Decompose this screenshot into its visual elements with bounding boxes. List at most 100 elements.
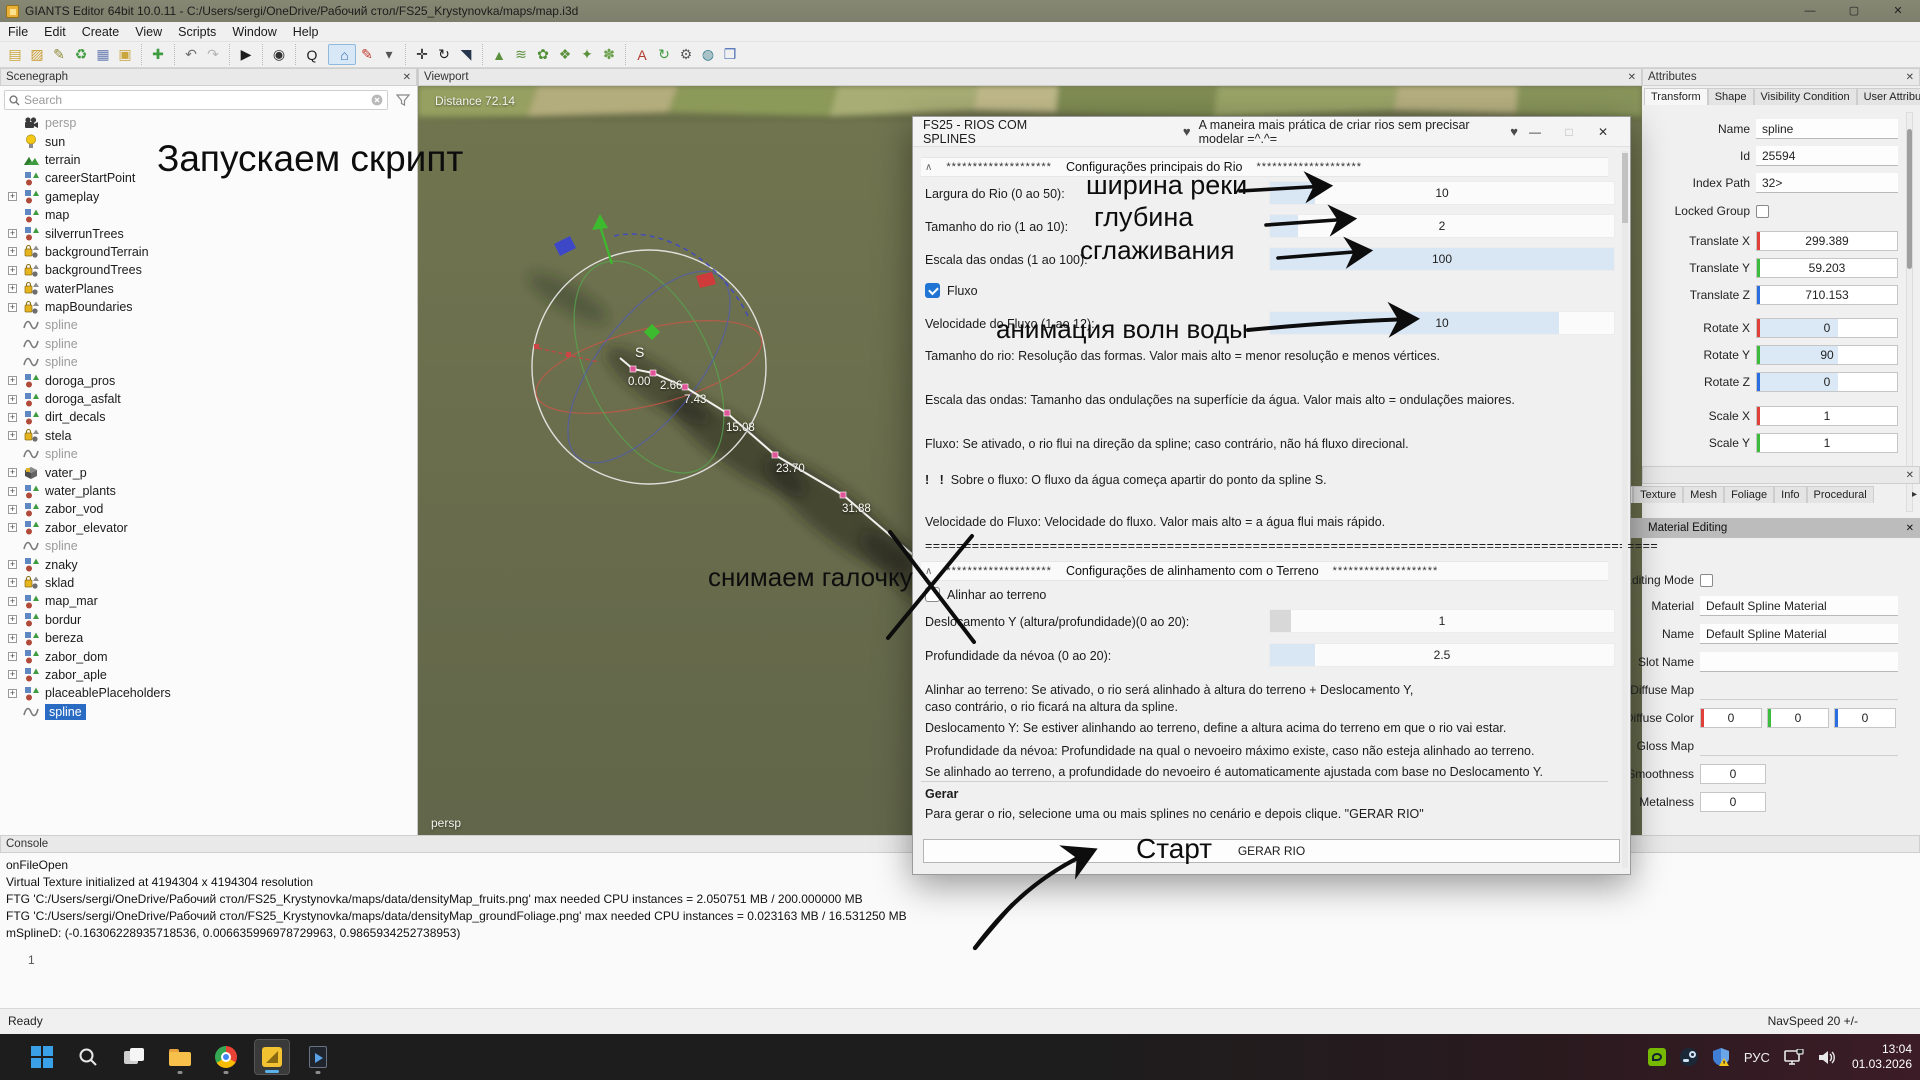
name-field[interactable]: spline	[1756, 119, 1898, 139]
gloss-map-field[interactable]	[1700, 736, 1898, 756]
material-field[interactable]: Default Spline Material	[1700, 596, 1898, 616]
text-tool-icon[interactable]: A	[625, 44, 653, 65]
tree-item-sklad[interactable]: + sklad	[0, 574, 417, 592]
save-as-icon[interactable]: ▣	[114, 44, 136, 65]
material-tab[interactable]: Procedural	[1807, 486, 1874, 503]
material-tab[interactable]: Foliage	[1724, 486, 1774, 503]
terrain-sculpt-icon[interactable]: ▲	[482, 44, 510, 65]
scale-y-field[interactable]: 1	[1756, 433, 1898, 453]
import-icon[interactable]: ✎	[48, 44, 70, 65]
save-icon[interactable]: ▦	[92, 44, 114, 65]
reload-icon[interactable]: ♻	[70, 44, 92, 65]
menu-item[interactable]: Edit	[36, 25, 74, 39]
tree-item-backgroundTerrain[interactable]: + backgroundTerrain	[0, 243, 417, 261]
start-button[interactable]	[24, 1039, 60, 1075]
main-settings-section-header[interactable]: ∧ ******************** Configurações pri…	[921, 157, 1608, 177]
language-indicator[interactable]: РУС	[1744, 1050, 1770, 1065]
tree-item-zabor_vod[interactable]: + zabor_vod	[0, 500, 417, 518]
attributes-scrollbar[interactable]	[1906, 112, 1913, 512]
giants-editor-taskbar-button[interactable]	[254, 1039, 290, 1075]
velocidade-slider[interactable]: 10	[1269, 311, 1615, 335]
terrain-paint-icon[interactable]: ✿	[532, 44, 554, 65]
attributes-tab[interactable]: Transform	[1644, 88, 1708, 105]
diffuse-r-field[interactable]: 0	[1700, 708, 1762, 728]
rotate-x-field[interactable]: 0	[1756, 318, 1898, 338]
menu-item[interactable]: View	[127, 25, 170, 39]
expand-toggle-icon[interactable]: +	[8, 247, 17, 256]
paint-off-icon[interactable]: ✎	[356, 44, 378, 65]
rotate-y-field[interactable]: 90	[1756, 345, 1898, 365]
expand-toggle-icon[interactable]: +	[8, 376, 17, 385]
terrain-align-section-header[interactable]: ∧ ******************** Configurações de …	[921, 561, 1608, 581]
attributes-close-icon[interactable]: ✕	[1906, 72, 1914, 83]
tree-item-sun[interactable]: + sun	[0, 132, 417, 150]
attributes-tab[interactable]: Visibility Condition	[1754, 88, 1857, 105]
window-close-button[interactable]: ✕	[1876, 0, 1920, 22]
rotate-z-field[interactable]: 0	[1756, 372, 1898, 392]
menu-item[interactable]: Scripts	[170, 25, 224, 39]
expand-toggle-icon[interactable]: +	[8, 229, 17, 238]
tree-item-silverrunTrees[interactable]: + silverrunTrees	[0, 224, 417, 242]
tree-item-placeablePlaceholders[interactable]: + placeablePlaceholders	[0, 684, 417, 702]
frame-home-icon[interactable]: ⌂	[328, 44, 356, 65]
material-name-field[interactable]: Default Spline Material	[1700, 624, 1898, 644]
tree-item-spline[interactable]: + spline	[0, 703, 417, 721]
tree-item-careerStartPoint[interactable]: + careerStartPoint	[0, 169, 417, 187]
dialog-minimize-button[interactable]: —	[1518, 125, 1552, 139]
expand-toggle-icon[interactable]: +	[8, 615, 17, 624]
open-file-icon[interactable]: ▨	[26, 44, 48, 65]
menu-item[interactable]: File	[0, 25, 36, 39]
expand-toggle-icon[interactable]: +	[8, 266, 17, 275]
tree-item-backgroundTrees[interactable]: + backgroundTrees	[0, 261, 417, 279]
network-icon[interactable]	[1784, 1049, 1804, 1066]
tree-item-spline[interactable]: + spline	[0, 445, 417, 463]
refresh-scripts-icon[interactable]: ↻	[653, 44, 675, 65]
tree-item-doroga_asfalt[interactable]: + doroga_asfalt	[0, 390, 417, 408]
expand-toggle-icon[interactable]: +	[8, 395, 17, 404]
nevoa-slider[interactable]: 2.5	[1269, 643, 1615, 667]
translate-x-field[interactable]: 299.389	[1756, 231, 1898, 251]
tree-item-water_plants[interactable]: + water_plants	[0, 482, 417, 500]
gerar-rio-button[interactable]: GERAR RIO	[923, 839, 1620, 863]
tabs-overflow-icon[interactable]: ▸	[1912, 489, 1917, 500]
attributes-tab[interactable]: User Attributes	[1857, 88, 1920, 105]
foliage-paint-icon[interactable]: ❖	[554, 44, 576, 65]
tamanho-slider[interactable]: 2	[1269, 214, 1615, 238]
fluxo-checkbox[interactable]	[925, 283, 940, 298]
tree-item-doroga_pros[interactable]: + doroga_pros	[0, 371, 417, 389]
alinhar-checkbox-row[interactable]: Alinhar ao terreno	[925, 587, 1046, 602]
nvidia-tray-icon[interactable]	[1648, 1048, 1666, 1066]
chrome-button[interactable]	[208, 1039, 244, 1075]
scale-x-field[interactable]: 1	[1756, 406, 1898, 426]
collapse-chevron-icon[interactable]: ∧	[925, 162, 932, 173]
menu-item[interactable]: Window	[224, 25, 284, 39]
scenegraph-close-icon[interactable]: ✕	[403, 72, 411, 83]
dialog-maximize-button[interactable]: □	[1552, 125, 1586, 139]
volume-icon[interactable]	[1818, 1049, 1838, 1066]
dock-close-icon[interactable]: ✕	[1906, 470, 1914, 481]
smoothness-field[interactable]: 0	[1700, 764, 1766, 784]
tree-item-spline[interactable]: + spline	[0, 353, 417, 371]
task-view-button[interactable]	[116, 1039, 152, 1075]
attributes-tab[interactable]: Shape	[1708, 88, 1754, 105]
steam-tray-icon[interactable]	[1680, 1048, 1698, 1066]
move-tool-icon[interactable]: ✛	[405, 44, 433, 65]
expand-toggle-icon[interactable]: +	[8, 652, 17, 661]
expand-toggle-icon[interactable]: +	[8, 523, 17, 532]
export-icon[interactable]: ❒	[719, 44, 741, 65]
settings-gear-icon[interactable]: ⚙	[675, 44, 697, 65]
antivirus-shield-icon[interactable]	[1712, 1047, 1730, 1067]
menu-item[interactable]: Help	[285, 25, 327, 39]
tree-item-spline[interactable]: + spline	[0, 335, 417, 353]
diffuse-b-field[interactable]: 0	[1834, 708, 1896, 728]
material-tab[interactable]: Texture	[1633, 486, 1683, 503]
terrain-info-icon[interactable]: ✦	[576, 44, 598, 65]
deslocamento-slider[interactable]: 1	[1269, 609, 1615, 633]
tree-item-bereza[interactable]: + bereza	[0, 629, 417, 647]
tree-item-persp[interactable]: + persp	[0, 114, 417, 132]
expand-toggle-icon[interactable]: +	[8, 689, 17, 698]
expand-toggle-icon[interactable]: +	[8, 670, 17, 679]
visibility-icon[interactable]: ◉	[262, 44, 290, 65]
tree-item-map[interactable]: + map	[0, 206, 417, 224]
tree-item-spline[interactable]: + spline	[0, 537, 417, 555]
